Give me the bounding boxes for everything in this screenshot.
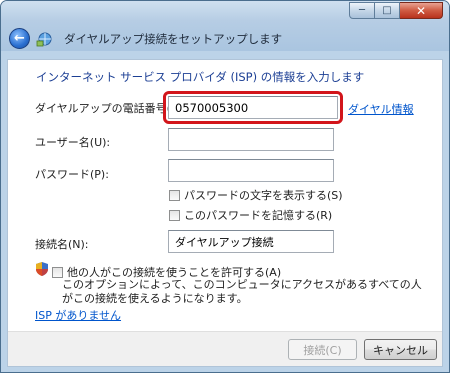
maximize-button[interactable]: □ [375,2,400,19]
close-button[interactable]: ✕ [400,2,443,19]
phone-number-input[interactable] [168,96,338,119]
caption-buttons: ─ □ ✕ [349,2,443,20]
minimize-button[interactable]: ─ [349,2,375,19]
username-label: ユーザー名(U): [35,136,111,149]
wizard-content: インターネット サービス プロバイダ (ISP) の情報を入力します ダイヤルア… [7,59,443,367]
dialog-window: ─ □ ✕ ← ダイヤルアップ接続をセットアップします インターネット サービス… [0,0,450,373]
cancel-button[interactable]: キャンセル [364,339,437,360]
no-isp-link[interactable]: ISP がありません [35,307,121,323]
wizard-nav: ← ダイヤルアップ接続をセットアップします [9,28,282,49]
allow-others-description: このオプションによって、このコンピュータにアクセスがあるすべての人がこの接続を使… [62,278,422,305]
network-wizard-icon [36,32,52,46]
remember-password-checkbox[interactable] [169,209,180,221]
uac-shield-icon [36,262,48,276]
show-chars-label: パスワードの文字を表示する(S) [184,189,343,202]
username-input[interactable] [168,128,334,151]
back-arrow-icon: ← [14,31,25,46]
back-button[interactable]: ← [9,28,30,49]
close-icon: ✕ [415,3,427,18]
password-label: パスワード(P): [35,168,109,181]
connection-name-input[interactable] [168,230,334,253]
show-chars-checkbox[interactable] [169,189,180,201]
password-input[interactable] [168,159,334,182]
page-heading: インターネット サービス プロバイダ (ISP) の情報を入力します [36,70,365,84]
dial-info-link[interactable]: ダイヤル情報 [348,101,414,117]
maximize-icon: □ [382,5,392,16]
remember-password-label: このパスワードを記憶する(R) [184,209,333,222]
connection-name-label: 接続名(N): [35,238,89,251]
title-bar: ─ □ ✕ ← ダイヤルアップ接続をセットアップします [1,1,449,51]
button-bar: 接続(C) キャンセル [8,331,442,366]
remember-row[interactable]: このパスワードを記憶する(R) [169,207,332,223]
connect-button[interactable]: 接続(C) [288,339,357,360]
window-title: ダイヤルアップ接続をセットアップします [64,31,283,46]
allow-others-checkbox[interactable] [52,266,63,278]
minimize-icon: ─ [358,5,366,16]
show-chars-row[interactable]: パスワードの文字を表示する(S) [169,187,343,203]
